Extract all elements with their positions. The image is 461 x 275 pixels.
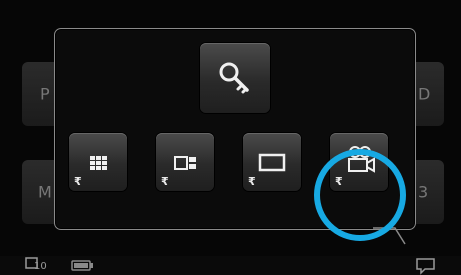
sub-indicator: ₹ — [74, 175, 82, 188]
index-view-button[interactable]: ₹ — [69, 133, 127, 191]
split-view-button[interactable]: ₹ — [156, 133, 214, 191]
highlight-circle — [314, 149, 406, 241]
bg-menu-item-label: P — [40, 84, 50, 104]
key-icon — [219, 62, 249, 94]
single-view-button[interactable]: ₹ — [243, 133, 301, 191]
memory-count: 10 — [34, 261, 47, 272]
status-bar: 10 — [0, 256, 461, 275]
bg-menu-item-label: M — [38, 182, 52, 202]
message-icon[interactable] — [414, 256, 438, 275]
protect-key-button[interactable] — [200, 43, 270, 113]
bg-menu-item-label: 3 — [418, 182, 429, 202]
battery-icon — [71, 260, 93, 271]
sub-indicator: ₹ — [161, 175, 169, 188]
bg-menu-item-label: D — [418, 84, 431, 104]
sub-indicator: ₹ — [248, 175, 256, 188]
